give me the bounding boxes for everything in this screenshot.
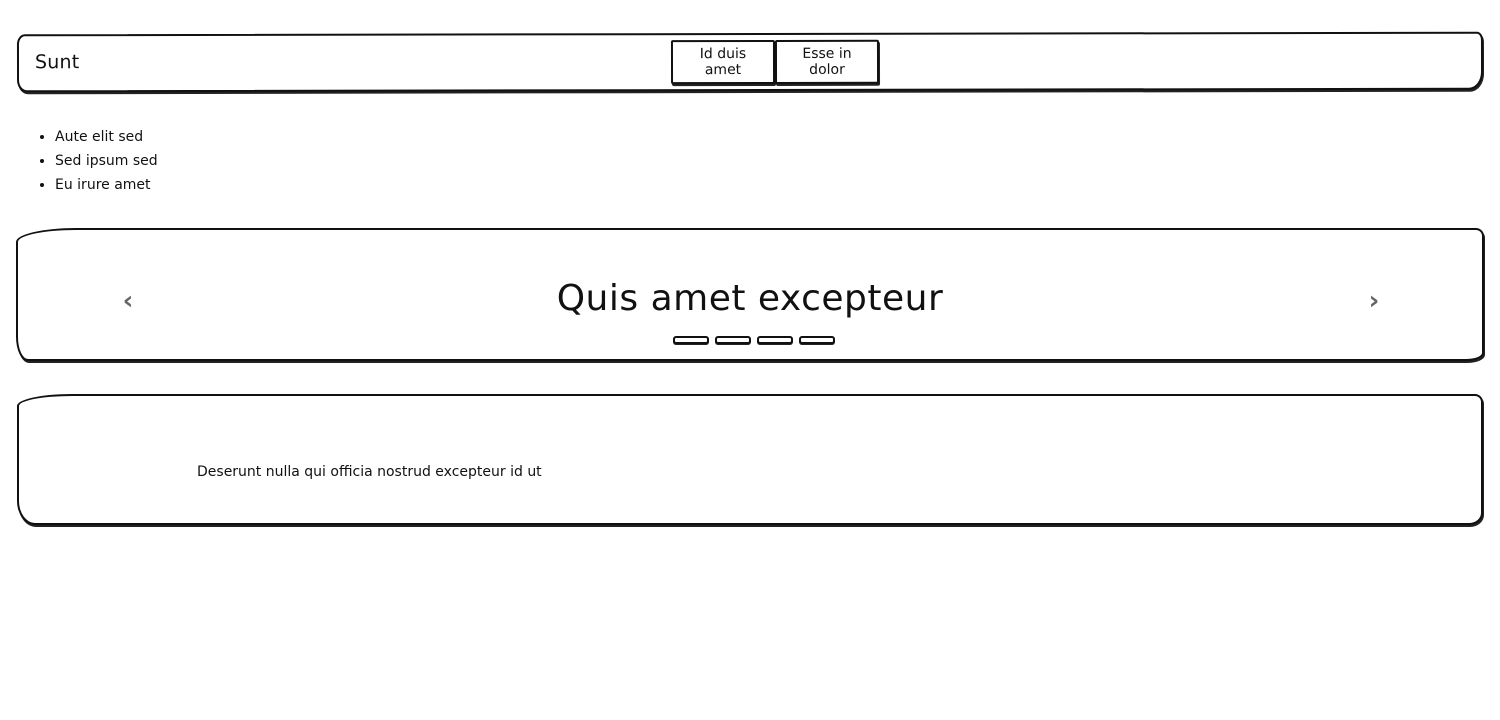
chevron-right-icon[interactable]: › [1361,286,1387,316]
carousel-slide-title: Quis amet excepteur [556,278,944,319]
carousel-indicator[interactable] [715,336,751,344]
content-card: Deserunt nulla qui officia nostrud excep… [17,394,1483,525]
brand-title[interactable]: Sunt [35,51,79,73]
carousel-indicator[interactable] [799,336,835,344]
carousel: ‹ Quis amet excepteur › [16,228,1484,361]
bullet-list: Aute elit sed Sed ipsum sed Eu irure ame… [37,125,158,197]
nav-button-group: Id duis amet Esse in dolor [670,39,880,85]
list-item: Aute elit sed [55,125,158,149]
nav-button-esse-in-dolor[interactable]: Esse in dolor [774,39,880,84]
list-item: Sed ipsum sed [55,149,158,173]
list-item: Eu irure amet [55,173,158,197]
navbar: Sunt Id duis amet Esse in dolor [16,31,1484,93]
card-text: Deserunt nulla qui officia nostrud excep… [197,464,542,480]
carousel-indicator[interactable] [673,336,709,344]
carousel-indicators [673,336,835,344]
carousel-indicator[interactable] [757,336,793,344]
nav-button-id-duis-amet[interactable]: Id duis amet [670,39,776,85]
